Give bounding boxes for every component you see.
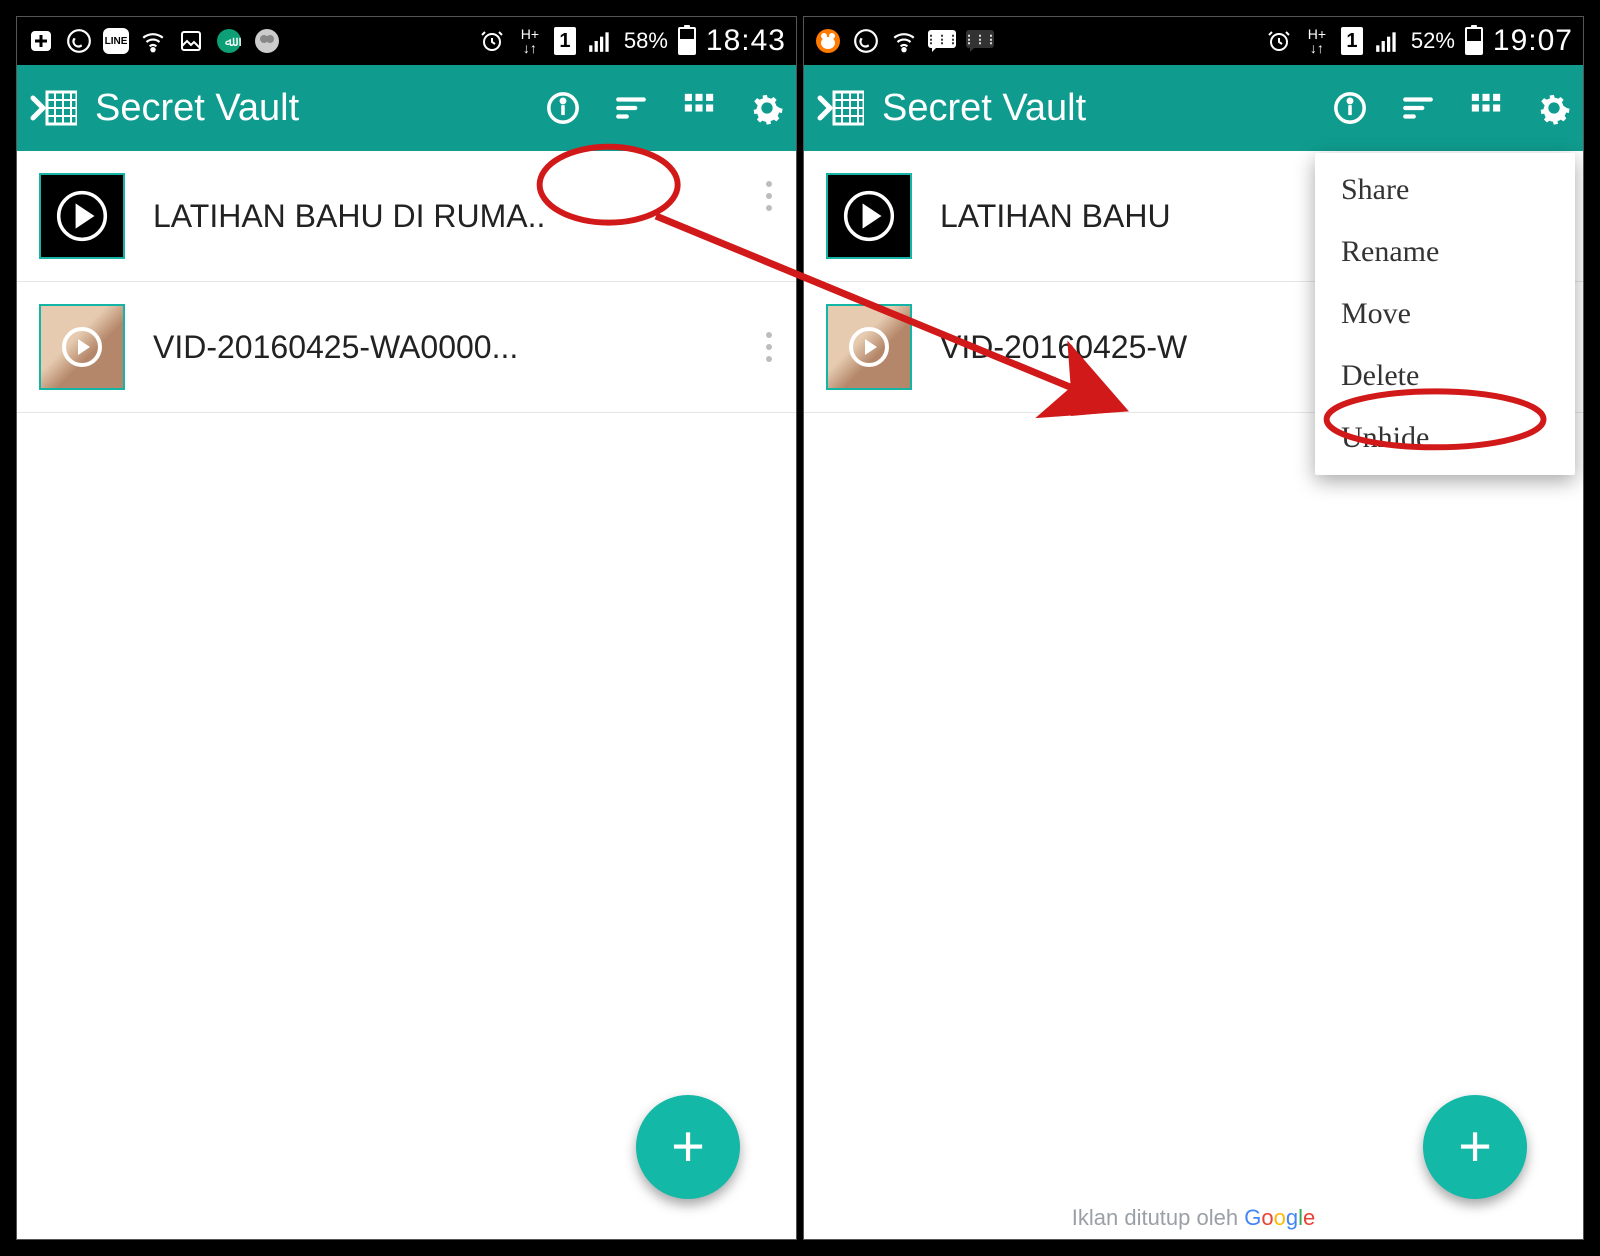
new-badge-icon	[27, 27, 55, 55]
file-name: LATIHAN BAHU DI RUMA..	[153, 198, 774, 235]
phone-screenshot-right: ⋮⋮⋮ ⋮⋮⋮ H+↓↑ 1 52% 19:07 Secret Vault	[803, 16, 1584, 1240]
svg-text:⋮⋮⋮: ⋮⋮⋮	[928, 34, 956, 46]
info-icon[interactable]	[546, 91, 580, 125]
more-menu-button[interactable]	[756, 171, 776, 221]
back-button[interactable]	[816, 86, 864, 130]
list-item[interactable]: LATIHAN BAHU DI RUMA..	[17, 151, 796, 282]
info-icon[interactable]	[1333, 91, 1367, 125]
alarm-icon	[478, 27, 506, 55]
status-bar: LINE ﷲ H+↓↑ 1 58% 18:43	[17, 17, 796, 65]
menu-delete[interactable]: Delete	[1315, 345, 1575, 407]
signal-icon	[586, 27, 614, 55]
clock: 19:07	[1493, 24, 1573, 58]
uc-browser-icon	[814, 27, 842, 55]
battery-icon	[678, 27, 696, 55]
menu-move[interactable]: Move	[1315, 283, 1575, 345]
menu-share[interactable]: Share	[1315, 159, 1575, 221]
app-toolbar: Secret Vault	[804, 65, 1583, 151]
svg-text:⋮⋮⋮: ⋮⋮⋮	[966, 34, 994, 46]
clock: 18:43	[706, 24, 786, 58]
grid-icon[interactable]	[1469, 91, 1503, 125]
menu-unhide[interactable]: Unhide	[1315, 407, 1575, 469]
sort-icon[interactable]	[614, 91, 648, 125]
video-thumbnail	[39, 173, 125, 259]
file-name: VID-20160425-WA0000...	[153, 329, 774, 366]
add-fab[interactable]: +	[1423, 1095, 1527, 1199]
app-toolbar: Secret Vault	[17, 65, 796, 151]
status-bar: ⋮⋮⋮ ⋮⋮⋮ H+↓↑ 1 52% 19:07	[804, 17, 1583, 65]
add-fab[interactable]: +	[636, 1095, 740, 1199]
gear-icon[interactable]	[1537, 91, 1571, 125]
back-button[interactable]	[29, 86, 77, 130]
bbm-icon: ⋮⋮⋮	[966, 27, 994, 55]
video-thumbnail	[826, 173, 912, 259]
data-icon: H+↓↑	[516, 27, 544, 55]
battery-percent: 52%	[1411, 28, 1455, 54]
bbm-icon: ⋮⋮⋮	[928, 27, 956, 55]
context-menu: Share Rename Move Delete Unhide	[1315, 153, 1575, 475]
elephant-icon	[253, 27, 281, 55]
wifi-icon	[139, 27, 167, 55]
gear-icon[interactable]	[750, 91, 784, 125]
sim-icon: 1	[554, 27, 576, 55]
ad-closed-label: Iklan ditutup oleh Google	[804, 1205, 1583, 1231]
file-list: LATIHAN BAHU DI RUMA.. VID-20160425-WA00…	[17, 151, 796, 413]
line-icon: LINE	[103, 28, 129, 54]
more-menu-button[interactable]	[756, 322, 776, 372]
menu-rename[interactable]: Rename	[1315, 221, 1575, 283]
toolbar-title: Secret Vault	[882, 87, 1333, 130]
video-thumbnail	[39, 304, 125, 390]
whatsapp-icon	[852, 27, 880, 55]
video-thumbnail	[826, 304, 912, 390]
signal-icon	[1373, 27, 1401, 55]
sort-icon[interactable]	[1401, 91, 1435, 125]
data-icon: H+↓↑	[1303, 27, 1331, 55]
wifi-icon	[890, 27, 918, 55]
toolbar-title: Secret Vault	[95, 87, 546, 130]
app-badge-icon: ﷲ	[215, 27, 243, 55]
battery-percent: 58%	[624, 28, 668, 54]
image-icon	[177, 27, 205, 55]
alarm-icon	[1265, 27, 1293, 55]
sim-icon: 1	[1341, 27, 1363, 55]
battery-icon	[1465, 27, 1483, 55]
whatsapp-icon	[65, 27, 93, 55]
grid-icon[interactable]	[682, 91, 716, 125]
list-item[interactable]: VID-20160425-WA0000...	[17, 282, 796, 413]
phone-screenshot-left: LINE ﷲ H+↓↑ 1 58% 18:43 Secret Vault	[16, 16, 797, 1240]
